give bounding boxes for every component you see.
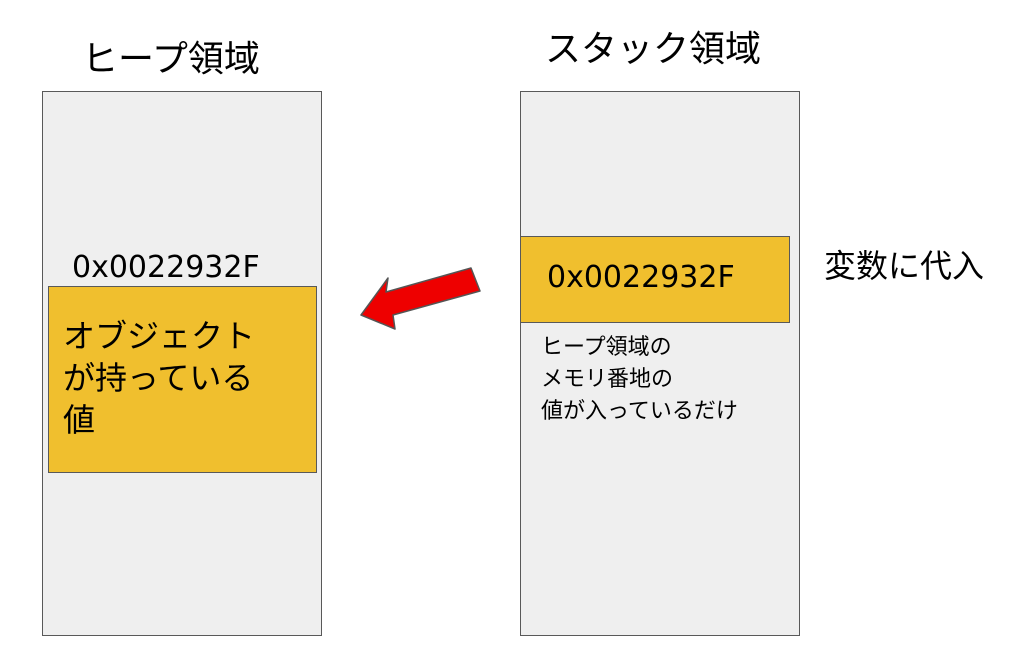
stack-note-line-3: 値が入っているだけ — [541, 399, 738, 424]
stack-region-title: スタック領域 — [545, 29, 762, 70]
stack-note: ヒープ領域の メモリ番地の 値が入っているだけ — [541, 332, 738, 428]
heap-object-block: オブジェクト が持っている 値 — [48, 286, 317, 473]
heap-region-title: ヒープ領域 — [82, 39, 260, 80]
heap-object-address: 0x0022932F — [72, 250, 260, 285]
stack-variable-address: 0x0022932F — [547, 260, 735, 295]
assign-to-variable-label: 変数に代入 — [824, 247, 985, 285]
stack-variable-block: 0x0022932F — [520, 236, 790, 323]
reference-arrow — [360, 267, 481, 330]
heap-object-value-text: オブジェクト が持っている 値 — [63, 315, 255, 441]
heap-object-value-line-2: が持っている — [63, 359, 254, 397]
stack-note-line-2: メモリ番地の — [541, 367, 674, 392]
heap-object-value-line-3: 値 — [63, 401, 96, 439]
heap-object-value-line-1: オブジェクト — [63, 317, 256, 355]
reference-arrow-shape — [360, 267, 481, 330]
stack-note-line-1: ヒープ領域の — [541, 335, 672, 360]
